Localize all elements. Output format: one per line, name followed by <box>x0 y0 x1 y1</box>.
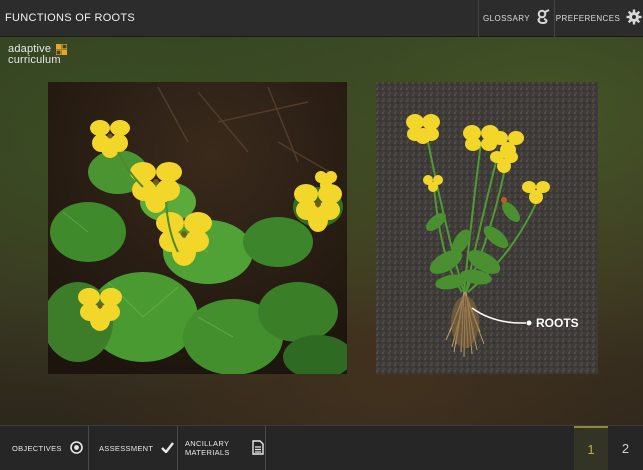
ancillary-materials-button[interactable]: ANCILLARY MATERIALS <box>178 426 266 470</box>
plant-roots-image: ROOTS <box>376 82 598 374</box>
glossary-button[interactable]: GLOSSARY <box>478 0 554 37</box>
page-1-button[interactable]: 1 <box>574 426 608 470</box>
ancillary-label-line1: ANCILLARY <box>185 439 230 448</box>
assessment-label: ASSESSMENT <box>99 443 154 453</box>
top-bar: FUNCTIONS OF ROOTS GLOSSARY PREFERENCES <box>0 0 643 37</box>
ancillary-label-line2: MATERIALS <box>185 448 230 457</box>
assessment-button[interactable]: ASSESSMENT <box>89 426 178 470</box>
bottom-bar: OBJECTIVES ASSESSMENT ANCILLARY MATERIAL… <box>0 425 643 470</box>
logo-mark-icon <box>55 43 68 58</box>
ancillary-label: ANCILLARY MATERIALS <box>185 439 230 457</box>
preferences-button[interactable]: PREFERENCES <box>554 0 643 37</box>
adaptive-curriculum-logo: adaptive curriculum <box>8 43 68 66</box>
checkmark-icon <box>161 441 175 455</box>
glossary-icon <box>536 9 550 27</box>
objectives-button[interactable]: OBJECTIVES <box>0 426 89 470</box>
roots-label: ROOTS <box>536 316 579 330</box>
target-icon <box>69 440 83 456</box>
page-2-button[interactable]: 2 <box>608 426 643 470</box>
glossary-label: GLOSSARY <box>482 13 531 23</box>
page-navigation: 1 2 <box>574 426 643 470</box>
logo-line2: curriculum <box>8 54 61 66</box>
document-icon <box>251 439 264 457</box>
preferences-label: PREFERENCES <box>555 13 621 23</box>
page-title: FUNCTIONS OF ROOTS <box>5 12 136 24</box>
gear-icon <box>626 9 642 27</box>
objectives-label: OBJECTIVES <box>12 443 62 453</box>
yellow-violets-image <box>48 82 347 374</box>
